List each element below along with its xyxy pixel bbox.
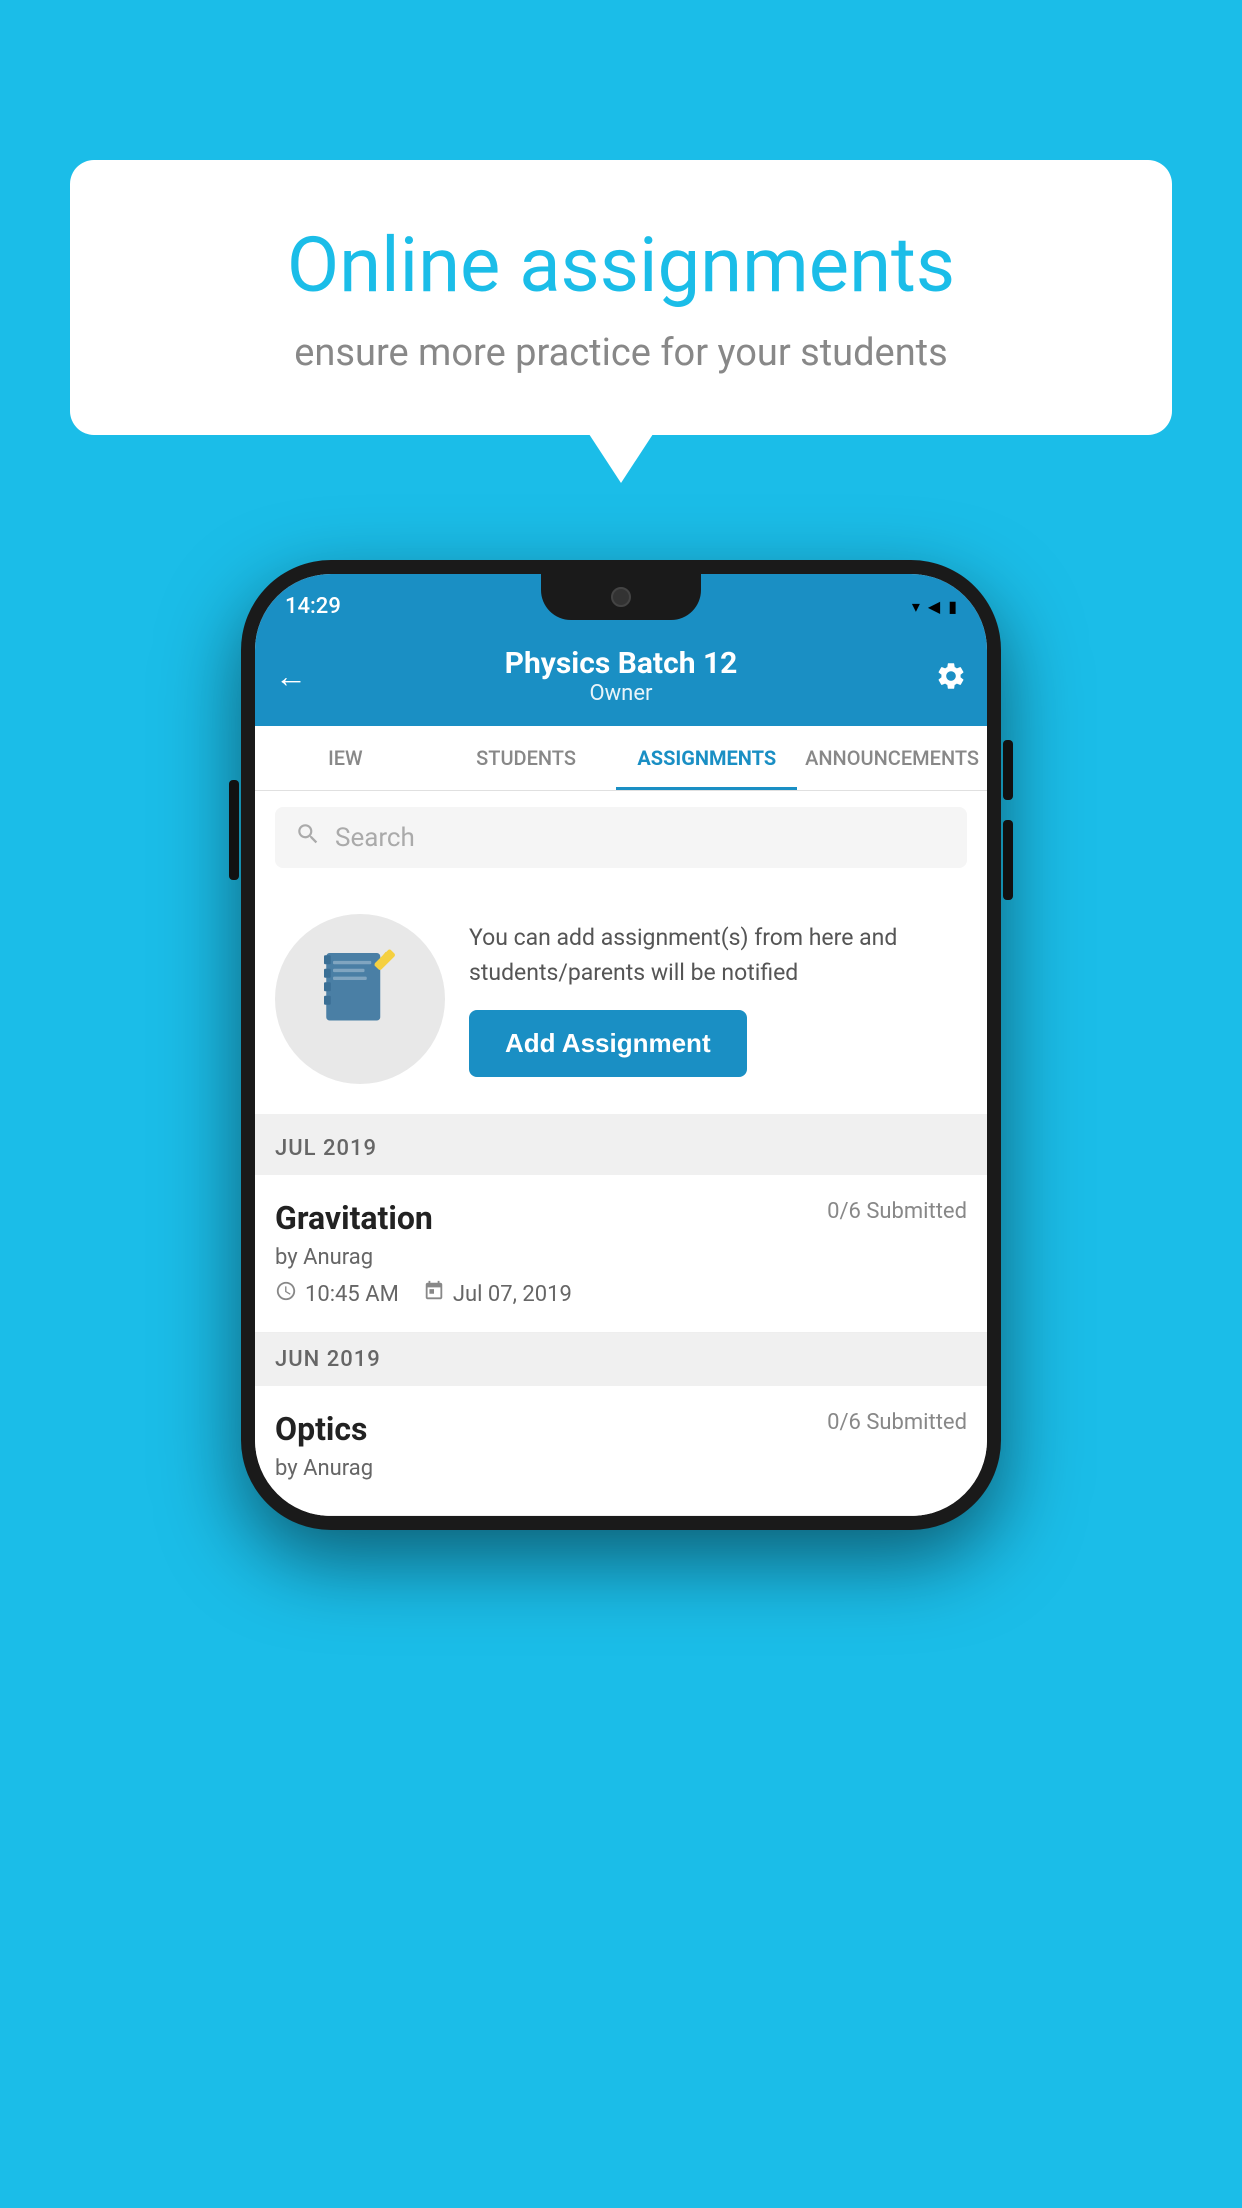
status-icons: ▾ ◀ ▮: [912, 597, 957, 616]
tab-students[interactable]: STUDENTS: [436, 726, 617, 790]
assignment-item-optics[interactable]: Optics 0/6 Submitted by Anurag: [255, 1386, 987, 1516]
search-input-wrap[interactable]: Search: [275, 807, 967, 868]
month-header-jun: JUN 2019: [255, 1333, 987, 1386]
meta-time-gravitation: 10:45 AM: [275, 1280, 399, 1308]
assignment-by-optics: by Anurag: [275, 1456, 967, 1481]
header-subtitle: Owner: [325, 681, 917, 706]
assignment-submitted-optics: 0/6 Submitted: [827, 1410, 967, 1435]
assignment-name-optics: Optics: [275, 1410, 367, 1448]
volume-down-button[interactable]: [1003, 820, 1013, 900]
assignment-top: Gravitation 0/6 Submitted: [275, 1199, 967, 1237]
bubble-subtitle: ensure more practice for your students: [150, 331, 1092, 375]
clock-icon: [275, 1280, 297, 1308]
status-time: 14:29: [285, 594, 341, 619]
meta-date-gravitation: Jul 07, 2019: [423, 1280, 572, 1308]
add-assignment-button[interactable]: Add Assignment: [469, 1010, 747, 1077]
signal-icon: ◀: [928, 597, 940, 616]
assignment-by-gravitation: by Anurag: [275, 1245, 967, 1270]
tab-announcements[interactable]: ANNOUNCEMENTS: [797, 726, 987, 790]
assignment-item-gravitation[interactable]: Gravitation 0/6 Submitted by Anurag 10:4…: [255, 1175, 987, 1333]
battery-icon: ▮: [948, 597, 957, 616]
tabs-row: IEW STUDENTS ASSIGNMENTS ANNOUNCEMENTS: [255, 726, 987, 791]
time-value-gravitation: 10:45 AM: [305, 1282, 399, 1307]
speech-bubble-area: Online assignments ensure more practice …: [70, 160, 1172, 435]
date-value-gravitation: Jul 07, 2019: [453, 1282, 572, 1307]
calendar-icon: [423, 1280, 445, 1308]
speech-bubble: Online assignments ensure more practice …: [70, 160, 1172, 435]
month-header-jul: JUL 2019: [255, 1122, 987, 1175]
tab-assignments[interactable]: ASSIGNMENTS: [616, 726, 797, 790]
tab-iew[interactable]: IEW: [255, 726, 436, 790]
phone-device: 14:29 ▾ ◀ ▮ ← Physics Batch 12 Owner: [241, 560, 1001, 1530]
volume-up-button[interactable]: [1003, 740, 1013, 800]
phone-outer: 14:29 ▾ ◀ ▮ ← Physics Batch 12 Owner: [241, 560, 1001, 1530]
back-button[interactable]: ←: [275, 657, 325, 695]
notebook-icon: [315, 944, 405, 1054]
phone-camera: [611, 587, 631, 607]
assignment-name-gravitation: Gravitation: [275, 1199, 433, 1237]
phone-notch: [541, 574, 701, 620]
promo-content: You can add assignment(s) from here and …: [469, 921, 967, 1077]
search-container: Search: [255, 791, 987, 884]
header-center: Physics Batch 12 Owner: [325, 646, 917, 706]
promo-text: You can add assignment(s) from here and …: [469, 921, 967, 990]
assignment-top-optics: Optics 0/6 Submitted: [275, 1410, 967, 1448]
assignment-submitted-gravitation: 0/6 Submitted: [827, 1199, 967, 1224]
search-placeholder: Search: [335, 823, 415, 853]
bubble-title: Online assignments: [150, 220, 1092, 311]
wifi-icon: ▾: [912, 597, 920, 616]
power-button[interactable]: [229, 780, 239, 880]
assignment-meta-gravitation: 10:45 AM Jul 07, 2019: [275, 1280, 967, 1308]
search-icon: [295, 821, 321, 854]
settings-button[interactable]: [917, 660, 967, 692]
promo-section: You can add assignment(s) from here and …: [255, 884, 987, 1122]
phone-screen: 14:29 ▾ ◀ ▮ ← Physics Batch 12 Owner: [255, 574, 987, 1516]
app-header: ← Physics Batch 12 Owner: [255, 630, 987, 726]
header-title: Physics Batch 12: [325, 646, 917, 681]
promo-icon-wrap: [275, 914, 445, 1084]
